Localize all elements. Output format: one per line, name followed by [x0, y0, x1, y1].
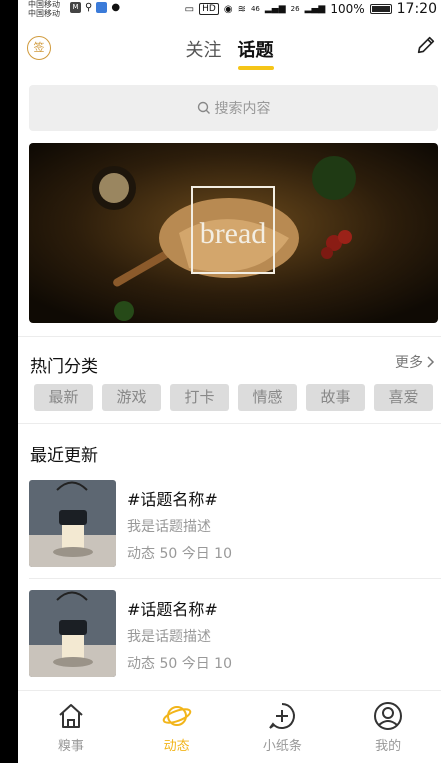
category-chip[interactable]: 游戏: [102, 384, 161, 411]
status-right: ▭ HD ◉ ≋ 46 ▂▄▆ 26 ▂▄▆ 100% 17:20: [185, 1, 437, 17]
category-chip[interactable]: 喜爱: [374, 384, 433, 411]
topic-thumbnail: [29, 590, 116, 677]
nav-item-qiushi[interactable]: 糗事: [18, 691, 124, 763]
carrier-1: 中国移动: [28, 0, 60, 9]
cast-icon: ▭: [184, 3, 195, 15]
category-chip[interactable]: 打卡: [170, 384, 229, 411]
home-icon: [59, 704, 83, 728]
nav-label: 糗事: [57, 739, 84, 754]
signal-icon-2: ▂▄▆: [304, 4, 326, 14]
clock: 17:20: [396, 1, 437, 17]
notification-icons: M ⚲ ●: [70, 2, 120, 13]
topic-item[interactable]: #话题名称# 我是话题描述 动态 50 今日 10: [29, 590, 441, 678]
more-link[interactable]: 更多: [395, 352, 435, 372]
message-notification-icon: ●: [111, 2, 121, 13]
nav-label: 我的: [375, 739, 402, 754]
hd-badge: HD: [199, 3, 219, 15]
category-chip[interactable]: 故事: [306, 384, 365, 411]
battery-icon: [369, 4, 392, 14]
divider: [29, 578, 441, 579]
tab-follow-label: 关注: [185, 40, 222, 61]
bottom-nav: 糗事 动态 小纸条 我的: [18, 690, 441, 763]
topic-description: 我是话题描述: [127, 629, 211, 645]
search-icon: [197, 101, 210, 114]
recent-section-title: 最近更新: [30, 446, 98, 466]
planet-icon: [162, 706, 191, 726]
carrier-2: 中国移动: [28, 9, 60, 18]
banner-image[interactable]: bread: [29, 143, 438, 323]
divider: [18, 336, 441, 337]
tab-topics[interactable]: 话题: [237, 36, 274, 70]
nav-item-mine[interactable]: 我的: [335, 691, 441, 763]
nav-item-notes[interactable]: 小纸条: [230, 691, 336, 763]
divider: [18, 423, 441, 424]
search-bar[interactable]: 搜索内容: [29, 85, 438, 131]
usb-icon: ⚲: [85, 2, 93, 13]
battery-percent: 100%: [330, 2, 365, 16]
eye-icon: ◉: [223, 3, 233, 15]
nav-label: 动态: [163, 739, 190, 754]
nav-item-dongtai[interactable]: 动态: [124, 691, 230, 763]
top-header: 签 关注 话题: [18, 26, 441, 72]
carrier-labels: 中国移动 中国移动: [28, 0, 60, 18]
topic-stats: 动态 50 今日 10: [127, 656, 232, 672]
hot-section-title: 热门分类: [30, 357, 98, 377]
app-notification-icon: [96, 2, 108, 13]
app-screen: 中国移动 中国移动 M ⚲ ● ▭ HD ◉ ≋ 46 ▂▄▆ 26 ▂▄▆ 1…: [18, 0, 441, 763]
topic-name: #话题名称#: [127, 600, 218, 619]
banner-text: bread: [199, 217, 267, 250]
profile-icon: [374, 702, 403, 730]
tab-topics-label: 话题: [237, 40, 274, 61]
topic-thumbnail: [29, 480, 116, 567]
topic-name: #话题名称#: [127, 490, 218, 509]
topic-item[interactable]: #话题名称# 我是话题描述 动态 50 今日 10: [29, 480, 441, 568]
chevron-right-icon: [427, 356, 435, 368]
topic-description: 我是话题描述: [127, 519, 211, 535]
status-bar: 中国移动 中国移动 M ⚲ ● ▭ HD ◉ ≋ 46 ▂▄▆ 26 ▂▄▆ 1…: [18, 0, 441, 18]
tab-follow[interactable]: 关注: [186, 36, 222, 70]
topic-stats: 动态 50 今日 10: [127, 546, 232, 562]
chat-plus-icon: [269, 703, 296, 729]
search-placeholder: 搜索内容: [214, 101, 271, 117]
category-chips: 最新 游戏 打卡 情感 故事 喜爱: [34, 384, 441, 411]
mail-notification-icon: M: [70, 2, 81, 13]
top-tabs: 关注 话题: [18, 36, 441, 70]
edit-icon[interactable]: [415, 34, 437, 56]
category-chip[interactable]: 最新: [34, 384, 93, 411]
signal-icon: ▂▄▆: [264, 4, 286, 14]
category-chip[interactable]: 情感: [238, 384, 297, 411]
signal-1-label: 46: [250, 5, 260, 13]
nav-label: 小纸条: [262, 739, 302, 754]
more-label: 更多: [395, 355, 423, 371]
signal-2-label: 26: [290, 5, 300, 13]
wifi-icon: ≋: [237, 3, 246, 15]
active-tab-indicator: [237, 66, 274, 70]
